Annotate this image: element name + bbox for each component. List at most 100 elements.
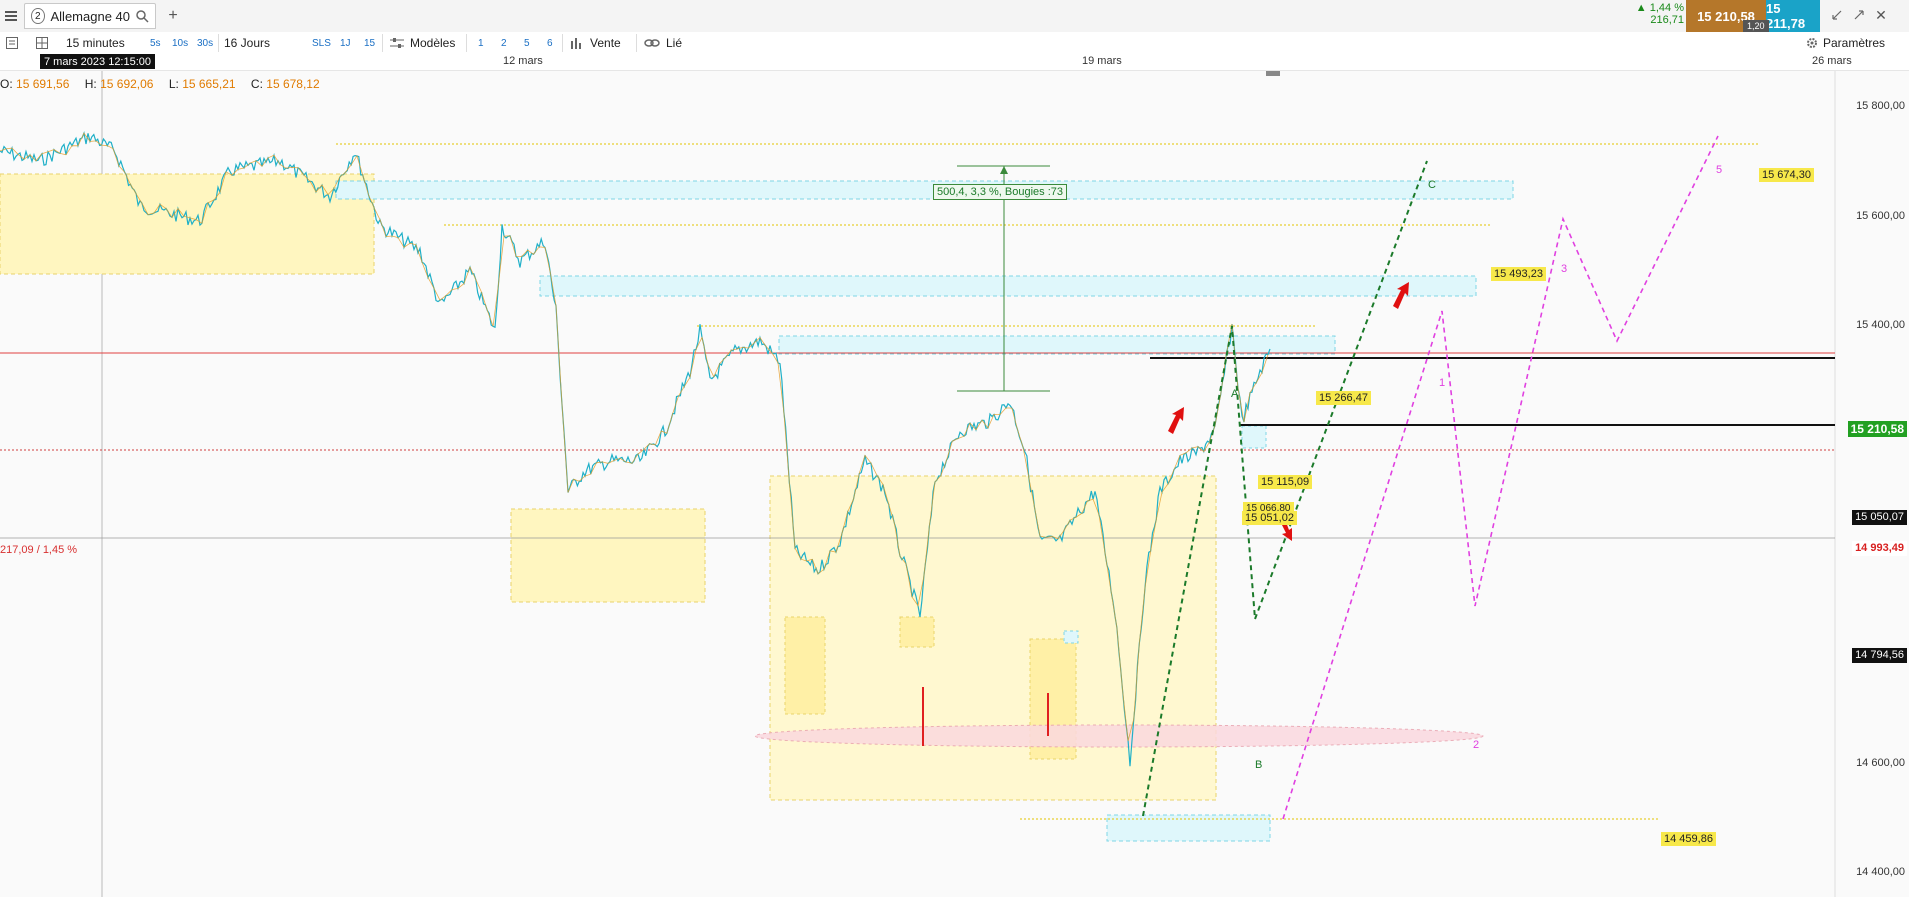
date-label-19-mars: 19 mars [1082, 55, 1122, 67]
date-axis [0, 54, 1909, 71]
wave-label-1: 1 [1439, 377, 1446, 389]
zone-yellow-small [899, 616, 935, 648]
wave-label-5: 5 [1716, 164, 1723, 176]
ask-price: 15 211,78 [1766, 1, 1806, 31]
count-2[interactable]: 2 [501, 34, 507, 52]
measure-label: 500,4, 3,3 %, Bougies :73 [933, 184, 1067, 200]
change-abs: 216,71 [1650, 14, 1684, 26]
wave-label-c: C [1428, 179, 1436, 191]
low-level-tag: 14 794,56 [1852, 648, 1907, 663]
level-label: 15 051,02 [1242, 511, 1297, 525]
arrow-up-icon [1168, 407, 1184, 434]
level-label: 15 674,30 [1759, 168, 1814, 182]
low-label: L: [168, 77, 179, 91]
price-axis-label: 14 400,00 [1856, 866, 1905, 878]
zone-cyan-small [1063, 630, 1079, 644]
interval-10s[interactable]: 10s [172, 34, 188, 52]
low-value: 15 665,21 [182, 77, 236, 91]
wave-label-2: 2 [1473, 739, 1480, 751]
tab-title: Allemagne 40 [50, 8, 131, 24]
level-label: 15 266,47 [1316, 391, 1371, 405]
period-1j[interactable]: 1J [340, 34, 351, 52]
close-icon[interactable]: ✕ [1874, 7, 1888, 23]
interval-5s[interactable]: 5s [150, 34, 161, 52]
level-label: 15 115,09 [1258, 475, 1313, 489]
interval-30s[interactable]: 30s [197, 34, 213, 52]
zone-yellow [769, 475, 1217, 801]
spread-badge: 1,20 [1743, 20, 1769, 32]
sell-label: Vente [590, 36, 621, 50]
models-button[interactable]: Modèles [390, 34, 455, 52]
zone-cyan [539, 275, 1477, 297]
close-label: C: [250, 77, 263, 91]
interval-select[interactable]: 15 minutes [66, 34, 146, 52]
price-axis-label: 15 400,00 [1856, 319, 1905, 331]
open-label: O: [0, 77, 13, 91]
magenta-path [1282, 135, 1719, 820]
measure-arrow [1000, 166, 1008, 174]
separator [218, 34, 219, 52]
ask-button[interactable]: 15 211,78 [1766, 0, 1820, 32]
sliders-icon [390, 37, 404, 49]
prev-close-tag: 14 993,49 [1852, 541, 1907, 556]
zone-cyan [335, 180, 1514, 200]
period-15[interactable]: 15 [364, 34, 375, 52]
linked-button[interactable]: Lié [644, 34, 682, 52]
settings-label: Paramètres [1823, 36, 1886, 50]
price-axis-label: 15 800,00 [1856, 100, 1905, 112]
separator [562, 34, 563, 52]
level-label: 14 459,86 [1661, 832, 1716, 846]
support-ellipse [754, 724, 1484, 748]
wave-label-3: 3 [1561, 263, 1568, 275]
price-axis-label: 14 600,00 [1856, 757, 1905, 769]
green-path [1254, 160, 1428, 620]
order-book-icon [570, 37, 584, 49]
high-value: 15 692,06 [100, 77, 154, 91]
change-pct: ▲ 1,44 % [1635, 2, 1684, 14]
separator [382, 34, 383, 52]
expand-icon[interactable] [1852, 8, 1866, 22]
date-label-12-mars: 12 mars [503, 55, 543, 67]
link-icon [644, 38, 660, 48]
search-icon[interactable] [136, 9, 149, 23]
hamburger-icon-svg [5, 11, 17, 21]
sell-button[interactable]: Vente [570, 34, 621, 52]
tab-allemagne-40[interactable]: 2 Allemagne 40 [24, 3, 156, 29]
linked-label: Lié [666, 36, 683, 50]
zone-cyan [778, 335, 1336, 355]
plus-icon[interactable]: + [166, 7, 180, 25]
level-price-tag: 15 050,07 [1852, 510, 1907, 525]
list-icon[interactable] [4, 34, 20, 52]
hamburger-icon[interactable] [4, 8, 18, 24]
sls-button[interactable]: SLS [312, 34, 331, 52]
separator [636, 34, 637, 52]
models-label: Modèles [410, 36, 456, 50]
level-label: 15 493,23 [1491, 267, 1546, 281]
minimize-icon[interactable] [1830, 8, 1844, 22]
count-6[interactable]: 6 [547, 34, 553, 52]
settings-button[interactable]: Paramètres [1806, 34, 1885, 52]
layout-icon[interactable] [34, 34, 50, 52]
date-label-26-mars: 26 mars [1812, 55, 1852, 67]
wave-label-a: A [1231, 388, 1239, 400]
high-label: H: [84, 77, 97, 91]
open-value: 15 691,56 [16, 77, 70, 91]
current-price-tag: 15 210,58 [1847, 421, 1907, 437]
count-5[interactable]: 5 [524, 34, 530, 52]
close-value: 15 678,12 [266, 77, 320, 91]
cursor-date: 7 mars 2023 12:15:00 [40, 54, 156, 69]
gear-icon [1806, 37, 1818, 49]
change-box: ▲ 1,44 % 216,71 [1622, 2, 1684, 30]
zone-yellow-small [784, 616, 826, 715]
left-change-label: 217,09 / 1,45 % [0, 544, 78, 556]
separator [466, 34, 467, 52]
zone-cyan-small [1241, 425, 1267, 449]
ohlc-readout: O: 15 691,56 H: 15 692,06 L: 15 665,21 C… [0, 77, 320, 91]
zone-yellow [510, 508, 706, 603]
home-icon[interactable] [1266, 71, 1280, 76]
wave-label-b: B [1255, 759, 1263, 771]
tab-number: 2 [31, 8, 45, 24]
price-axis-label: 15 600,00 [1856, 210, 1905, 222]
count-1[interactable]: 1 [478, 34, 484, 52]
period-select[interactable]: 16 Jours [224, 34, 304, 52]
